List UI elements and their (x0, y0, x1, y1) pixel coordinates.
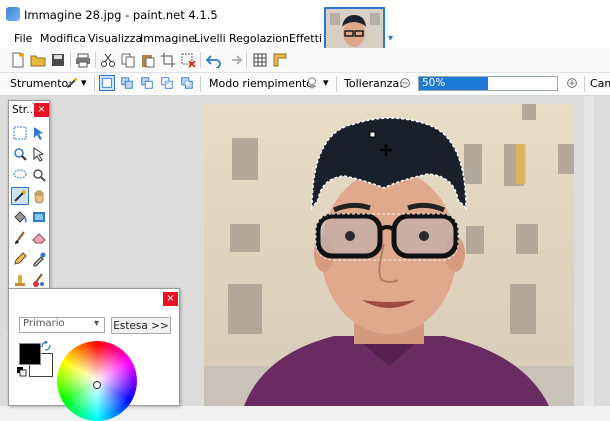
clone-stamp-tool-icon[interactable] (12, 272, 28, 288)
selection-mode-exclude-icon[interactable] (139, 75, 155, 91)
magic-wand-icon[interactable] (64, 75, 80, 91)
primary-color-swatch[interactable] (19, 343, 41, 365)
tolerance-increase-icon[interactable] (564, 75, 580, 91)
menu-livelli[interactable]: Livelli (194, 32, 226, 45)
ruler-icon[interactable] (272, 52, 288, 68)
magic-wand-tool-icon[interactable] (11, 187, 29, 205)
rectangle-select-tool-icon[interactable] (12, 125, 28, 141)
pencil-tool-icon[interactable] (12, 251, 28, 267)
color-wheel-picker[interactable] (93, 381, 101, 389)
redo-icon[interactable] (226, 52, 242, 68)
tool-label: Strumento: (10, 77, 72, 90)
copy-icon[interactable] (120, 52, 136, 68)
menu-effetti[interactable]: Effetti (289, 32, 322, 45)
paint-bucket-tool-icon[interactable] (12, 209, 28, 225)
menu-visualizza[interactable]: Visualizza (88, 32, 142, 45)
fill-mode-dropdown-icon[interactable]: ▾ (323, 76, 329, 89)
selection-mode-union-icon[interactable] (119, 75, 135, 91)
photo-image (204, 104, 574, 406)
toolbar-separator (70, 52, 71, 68)
tolerance-slider[interactable]: 50% (418, 76, 558, 91)
truncated-option-label: Cam (590, 77, 610, 90)
toolbar-separator (94, 76, 95, 92)
undo-icon[interactable] (206, 52, 222, 68)
crop-to-selection-icon[interactable] (160, 52, 176, 68)
window-title: Immagine 28.jpg - paint.net 4.1.5 (24, 8, 218, 22)
tool-dropdown-icon[interactable]: ▾ (81, 76, 87, 89)
lasso-select-tool-icon[interactable] (12, 167, 28, 183)
menu-regolazioni[interactable]: Regolazioni (229, 32, 292, 45)
colors-close-button[interactable]: × (163, 292, 178, 306)
pan-hand-tool-icon[interactable] (31, 188, 47, 204)
save-icon[interactable] (50, 52, 66, 68)
chevron-down-icon: ▾ (94, 318, 100, 329)
tolerance-value: 50% (422, 77, 446, 89)
menu-immagine[interactable]: Immagine (140, 32, 195, 45)
menu-file[interactable]: File (14, 32, 32, 45)
fill-mode-label: Modo riempimento: (209, 77, 317, 90)
menu-modifica[interactable]: Modifica (40, 32, 86, 45)
deselect-icon[interactable] (180, 52, 196, 68)
toolbar-separator (584, 76, 585, 92)
open-file-icon[interactable] (30, 52, 46, 68)
toolbar-separator (200, 76, 201, 92)
toolbar-separator (95, 52, 96, 68)
swap-colors-icon[interactable] (41, 341, 51, 351)
selection-mode-replace-icon[interactable] (99, 75, 115, 91)
image-canvas[interactable] (204, 104, 574, 406)
paintnet-app-icon (6, 7, 20, 21)
selection-mode-xor-icon[interactable] (179, 75, 195, 91)
paste-icon[interactable] (140, 52, 156, 68)
palette-dropdown-value: Primario (23, 318, 65, 329)
move-selection-tool-icon[interactable] (31, 146, 47, 162)
selection-handle[interactable] (369, 131, 376, 138)
tools-close-button[interactable]: × (34, 103, 49, 117)
extend-button[interactable]: Estesa >> (111, 317, 171, 334)
new-file-icon[interactable] (10, 52, 26, 68)
pan-zoom-tool-icon[interactable] (31, 167, 47, 183)
cut-icon[interactable] (100, 52, 116, 68)
tab-dropdown-icon[interactable]: ▾ (388, 33, 393, 44)
toolbar-separator (246, 52, 247, 68)
selection-mode-intersect-icon[interactable] (159, 75, 175, 91)
palette-dropdown[interactable]: Primario ▾ (19, 317, 105, 333)
tolerance-decrease-icon[interactable] (397, 75, 413, 91)
color-picker-tool-icon[interactable] (31, 251, 47, 267)
fill-mode-bulb-icon[interactable] (304, 75, 320, 91)
menu-bar: File Modifica Visualizza Immagine Livell… (0, 30, 610, 48)
toolbar-separator (200, 52, 201, 68)
tolerance-label: Tolleranza: (344, 77, 403, 90)
zoom-tool-icon[interactable] (12, 146, 28, 162)
paintbrush-tool-icon[interactable] (12, 230, 28, 246)
eraser-tool-icon[interactable] (31, 230, 47, 246)
reset-colors-icon[interactable] (17, 367, 27, 377)
gradient-tool-icon[interactable] (31, 209, 47, 225)
colors-panel: × Primario ▾ Estesa >> (8, 288, 180, 421)
tool-options-bar: Strumento: ▾ Modo riempimento: ▾ Tollera… (0, 73, 610, 96)
grid-icon[interactable] (252, 52, 268, 68)
vertical-scrollbar[interactable] (584, 96, 594, 406)
print-icon[interactable] (75, 52, 91, 68)
recolor-tool-icon[interactable] (31, 272, 47, 288)
main-toolbar (0, 48, 610, 73)
move-selected-tool-icon[interactable] (31, 125, 47, 141)
toolbar-separator (336, 76, 337, 92)
tools-panel-title: Str... (12, 104, 37, 116)
